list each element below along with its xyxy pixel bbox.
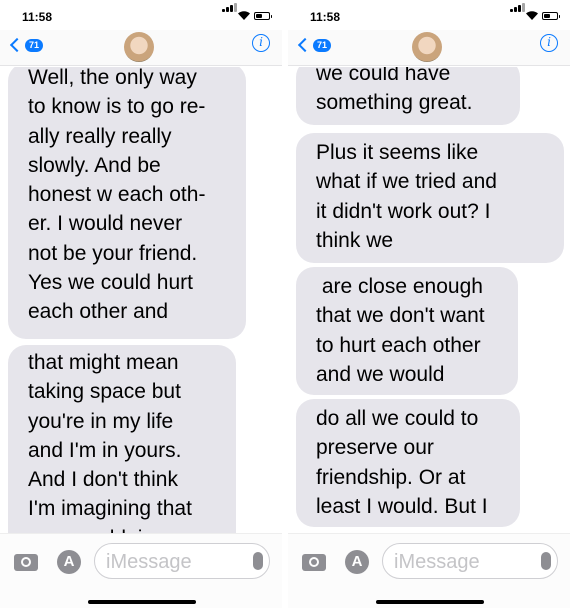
input-placeholder: iMessage [394, 551, 480, 573]
message-bubble-received[interactable]: Well, the only way to know is to go re- … [8, 67, 246, 339]
microphone-icon[interactable] [541, 552, 551, 570]
status-time: 11:58 [22, 10, 53, 24]
message-bubble-received[interactable]: are close enough that we don't want to h… [296, 267, 518, 395]
home-indicator [376, 600, 484, 604]
camera-icon[interactable] [14, 554, 38, 571]
battery-icon [542, 12, 560, 20]
back-button[interactable]: 71 [8, 35, 44, 55]
battery-icon [254, 12, 272, 20]
status-time: 11:58 [310, 10, 341, 24]
message-list[interactable]: Well, the only way to know is to go re- … [0, 67, 282, 533]
message-composer: A iMessage [288, 533, 570, 608]
imessage-input[interactable]: iMessage [94, 543, 270, 579]
chevron-left-icon [297, 37, 313, 53]
chevron-left-icon [9, 37, 25, 53]
message-bubble-received[interactable]: we could have something great. [296, 67, 520, 125]
message-bubble-received[interactable]: do all we could to preserve our friendsh… [296, 399, 520, 527]
conversation-screen-left: 11:58 71 i Well, the only way to know is… [0, 0, 282, 608]
imessage-input[interactable]: iMessage [382, 543, 558, 579]
back-button[interactable]: 71 [296, 35, 332, 55]
message-bubble-received[interactable]: that might mean taking space but you're … [8, 345, 236, 533]
status-bar: 11:58 [288, 0, 570, 30]
app-store-icon[interactable]: A [57, 550, 81, 574]
message-list[interactable]: we could have something great. Plus it s… [288, 67, 570, 533]
contact-avatar[interactable] [412, 32, 442, 62]
unread-count-badge: 71 [313, 38, 332, 52]
conversation-screen-right: 11:58 71 i we could have something great… [288, 0, 570, 608]
info-icon[interactable]: i [252, 34, 270, 52]
microphone-icon[interactable] [253, 552, 263, 570]
camera-icon[interactable] [302, 554, 326, 571]
conversation-header: 71 i [0, 30, 282, 66]
app-store-icon[interactable]: A [345, 550, 369, 574]
conversation-header: 71 i [288, 30, 570, 66]
info-icon[interactable]: i [540, 34, 558, 52]
contact-avatar[interactable] [124, 32, 154, 62]
wifi-icon [526, 11, 538, 20]
message-composer: A iMessage [0, 533, 282, 608]
home-indicator [88, 600, 196, 604]
wifi-icon [238, 11, 250, 20]
status-bar: 11:58 [0, 0, 282, 30]
message-bubble-received[interactable]: Plus it seems like what if we tried and … [296, 133, 564, 263]
unread-count-badge: 71 [25, 38, 44, 52]
input-placeholder: iMessage [106, 551, 192, 573]
